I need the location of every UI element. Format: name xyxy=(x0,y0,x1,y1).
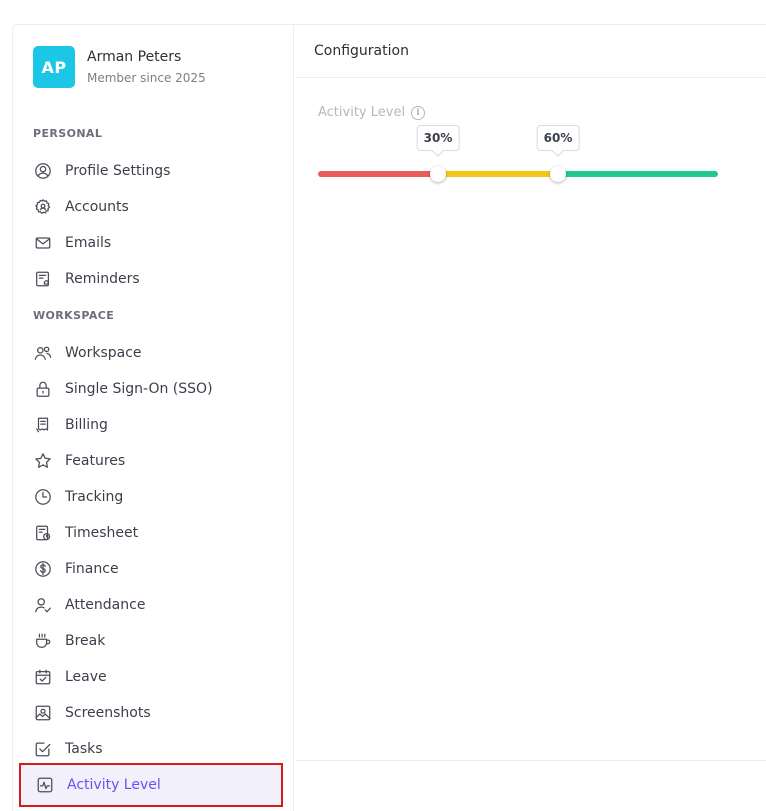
sidebar-item-label: Finance xyxy=(65,561,119,577)
calendar-check-icon xyxy=(33,667,53,687)
sidebar-item-label: Attendance xyxy=(65,597,146,613)
user-check-icon xyxy=(33,595,53,615)
user-circle-icon xyxy=(33,161,53,181)
coffee-cup-icon xyxy=(33,631,53,651)
sidebar-item-label: Single Sign-On (SSO) xyxy=(65,381,213,397)
lock-icon xyxy=(33,379,53,399)
sidebar-item-label: Accounts xyxy=(65,199,129,215)
envelope-icon xyxy=(33,233,53,253)
slider-thumb-high[interactable] xyxy=(550,166,566,182)
sidebar-item-billing[interactable]: Billing xyxy=(33,411,283,439)
settings-panel: AP Arman Peters Member since 2025 PERSON… xyxy=(12,24,766,811)
sidebar-item-timesheet[interactable]: Timesheet xyxy=(33,519,283,547)
sidebar-item-label: Leave xyxy=(65,669,107,685)
sidebar-item-attendance[interactable]: Attendance xyxy=(33,591,283,619)
activity-level-label: Activity Level i xyxy=(318,105,426,120)
slider-tooltip-low: 30% xyxy=(416,125,460,151)
avatar: AP xyxy=(33,46,75,88)
reminder-bell-icon xyxy=(33,269,53,289)
activity-level-range-slider[interactable]: 30% 60% xyxy=(318,125,718,182)
sidebar-item-tasks[interactable]: Tasks xyxy=(33,735,283,763)
settings-sidebar: AP Arman Peters Member since 2025 PERSON… xyxy=(13,25,294,811)
dollar-circle-icon xyxy=(33,559,53,579)
clock-icon xyxy=(33,487,53,507)
sidebar-item-label: Billing xyxy=(65,417,108,433)
profile-member-since: Member since 2025 xyxy=(87,70,206,85)
sidebar-item-features[interactable]: Features xyxy=(33,447,283,475)
star-icon xyxy=(33,451,53,471)
sidebar-item-label: Features xyxy=(65,453,126,469)
sidebar-item-break[interactable]: Break xyxy=(33,627,283,655)
info-icon[interactable]: i xyxy=(411,105,426,120)
slider-thumb-low[interactable] xyxy=(430,166,446,182)
sidebar-item-label: Reminders xyxy=(65,271,140,287)
sidebar-item-sso[interactable]: Single Sign-On (SSO) xyxy=(33,375,283,403)
receipt-icon xyxy=(33,415,53,435)
sidebar-item-label: Timesheet xyxy=(65,525,139,541)
slider-tooltip-high: 60% xyxy=(536,125,580,151)
users-icon xyxy=(33,343,53,363)
sidebar-item-label: Workspace xyxy=(65,345,142,361)
section-label-personal: PERSONAL xyxy=(33,127,103,140)
sidebar-item-workspace[interactable]: Workspace xyxy=(33,339,283,367)
slider-track-high xyxy=(558,171,718,177)
sidebar-item-finance[interactable]: Finance xyxy=(33,555,283,583)
slider-track-mid xyxy=(438,171,558,177)
profile-card: AP Arman Peters Member since 2025 xyxy=(33,45,206,89)
task-check-icon xyxy=(33,739,53,759)
sidebar-item-profile-settings[interactable]: Profile Settings xyxy=(33,157,283,185)
sidebar-item-label: Tracking xyxy=(65,489,124,505)
timesheet-icon xyxy=(33,523,53,543)
slider-track-low xyxy=(318,171,438,177)
sidebar-item-label: Emails xyxy=(65,235,112,251)
sidebar-item-emails[interactable]: Emails xyxy=(33,229,283,257)
image-icon xyxy=(33,703,53,723)
sidebar-item-label: Tasks xyxy=(65,741,103,757)
sidebar-item-label: Screenshots xyxy=(65,705,151,721)
sidebar-item-label: Activity Level xyxy=(67,777,161,793)
sidebar-item-reminders[interactable]: Reminders xyxy=(33,265,283,293)
sidebar-item-accounts[interactable]: Accounts xyxy=(33,193,283,221)
gear-user-icon xyxy=(33,197,53,217)
sidebar-item-activity-level[interactable]: Activity Level xyxy=(19,763,283,807)
page-title: Configuration xyxy=(314,43,409,59)
section-label-workspace: WORKSPACE xyxy=(33,309,115,322)
sidebar-item-label: Profile Settings xyxy=(65,163,171,179)
content-header: Configuration xyxy=(295,25,766,78)
sidebar-item-label: Break xyxy=(65,633,106,649)
configuration-panel: Configuration Activity Level i 30% 60% xyxy=(295,25,766,811)
sidebar-item-leave[interactable]: Leave xyxy=(33,663,283,691)
sidebar-item-tracking[interactable]: Tracking xyxy=(33,483,283,511)
activity-pulse-icon xyxy=(35,775,55,795)
footer-divider xyxy=(295,760,766,761)
profile-name: Arman Peters xyxy=(87,48,182,65)
sidebar-item-screenshots[interactable]: Screenshots xyxy=(33,699,283,727)
